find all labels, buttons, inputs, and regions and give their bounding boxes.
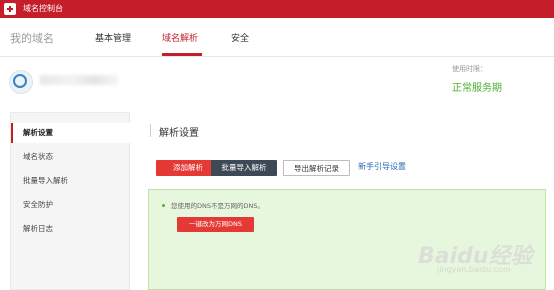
sidebar-item-batch-import[interactable]: 批量导入解析 <box>11 171 131 191</box>
sidebar-item-security-protection[interactable]: 安全防护 <box>11 195 131 215</box>
export-records-button[interactable]: 导出解析记录 <box>283 160 350 176</box>
tab-security[interactable]: 安全 <box>231 31 249 44</box>
tab-basic-management[interactable]: 基本管理 <box>95 31 131 44</box>
sidebar: 解析设置 域名状态 批量导入解析 安全防护 解析日志 <box>10 112 131 290</box>
sidebar-item-domain-status[interactable]: 域名状态 <box>11 147 131 167</box>
active-tab-indicator <box>162 53 202 56</box>
title-divider <box>150 124 151 137</box>
sidebar-item-dns-log[interactable]: 解析日志 <box>11 219 131 239</box>
page-title: 解析设置 <box>159 128 199 139</box>
console-title: 域名控制台 <box>23 4 63 13</box>
brand-logo-icon <box>4 3 16 15</box>
batch-import-button[interactable]: 批量导入解析 <box>211 160 277 176</box>
service-status: 正常服务期 <box>452 83 502 94</box>
service-period-label: 使用时限： <box>452 65 487 73</box>
globe-icon <box>9 70 33 94</box>
watermark-sub: jingyan.baidu.com <box>437 265 511 274</box>
domain-nav: 我的域名 基本管理 域名解析 安全 <box>0 18 554 57</box>
beginner-guide-link[interactable]: 新手引导设置 <box>358 161 406 172</box>
notice-text: 您使用的DNS不是万网的DNS。 <box>171 202 264 210</box>
my-domain-title[interactable]: 我的域名 <box>10 30 54 46</box>
tab-dns-resolution[interactable]: 域名解析 <box>162 31 198 44</box>
console-topbar: 域名控制台 <box>0 0 554 18</box>
switch-to-wanwang-dns-button[interactable]: 一键改为万网DNS <box>177 217 254 232</box>
domain-name-redacted <box>40 75 118 85</box>
sidebar-item-dns-settings[interactable]: 解析设置 <box>11 123 131 143</box>
bullet-icon <box>162 204 165 207</box>
